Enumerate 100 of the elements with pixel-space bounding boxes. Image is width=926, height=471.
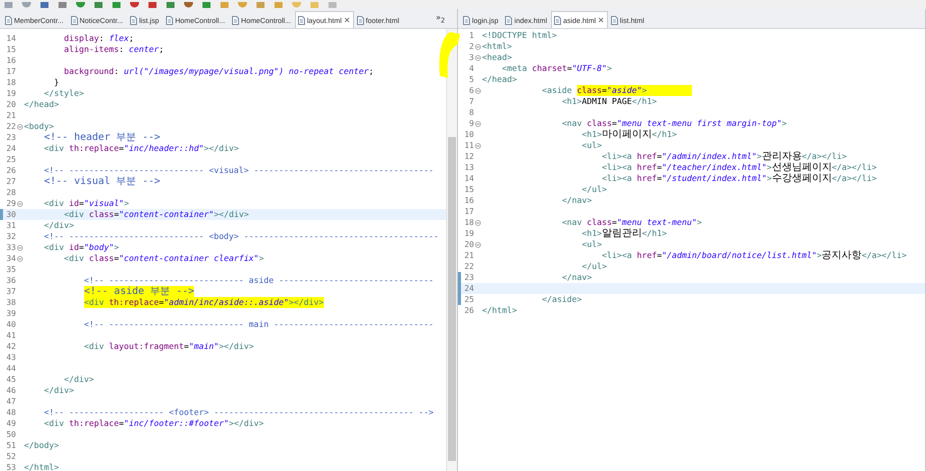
line-number: 23 <box>463 272 474 283</box>
line-number: 20 <box>5 99 16 110</box>
line-number: 22 <box>5 121 16 132</box>
code-line: display: flex; <box>62 33 134 44</box>
line-number: 20 <box>463 239 474 250</box>
line-number: 5 <box>468 74 474 85</box>
line-number: 15 <box>5 44 16 55</box>
line-number: 24 <box>463 283 474 294</box>
square-icon[interactable] <box>166 2 175 9</box>
line-number: 17 <box>463 206 474 217</box>
fold-icon[interactable] <box>475 120 481 126</box>
code-line: <!-- --------------------------- <body> --------------------------------------- <box>42 231 439 242</box>
square-icon[interactable] <box>112 2 121 9</box>
fold-icon[interactable] <box>475 44 481 50</box>
fold-icon[interactable] <box>475 142 481 148</box>
file-icon <box>505 16 512 24</box>
line-number: 22 <box>463 261 474 272</box>
line-number: 16 <box>5 55 16 66</box>
code-line: <!-- --------------------------- main -------------------------------- <box>82 319 434 330</box>
line-number: 49 <box>5 418 16 429</box>
code-line: <div class="content-container clearfix"> <box>62 253 264 264</box>
line-number: 35 <box>5 264 16 275</box>
code-line: <h1>ADMIN PAGE</h1> <box>560 96 657 107</box>
line-number: 14 <box>5 33 16 44</box>
code-line: <html> <box>482 41 512 52</box>
line-number: 46 <box>5 385 16 396</box>
square-icon[interactable] <box>4 2 13 9</box>
code-line: <ul> <box>580 239 602 250</box>
code-line: </html> <box>24 462 59 471</box>
scrollbar[interactable] <box>446 29 457 471</box>
line-number: 16 <box>463 195 474 206</box>
fold-icon[interactable] <box>17 244 23 250</box>
file-icon <box>298 16 305 24</box>
line-number: 27 <box>5 176 16 187</box>
code-line: align-items: center; <box>62 44 164 55</box>
close-icon[interactable] <box>598 17 604 23</box>
code-line: <div th:replace="inc/header::hd"></div> <box>42 143 239 154</box>
code-line: <!DOCTYPE html> <box>482 30 557 41</box>
line-number: 26 <box>5 165 16 176</box>
code-line: </aside> <box>540 294 582 305</box>
line-number: 9 <box>468 118 474 129</box>
line-number: 34 <box>5 253 16 264</box>
code-line: </body> <box>24 440 59 451</box>
line-number: 37 <box>5 286 16 297</box>
fold-icon[interactable] <box>17 256 23 262</box>
line-number: 19 <box>463 228 474 239</box>
line-number: 41 <box>5 330 16 341</box>
line-number: 6 <box>468 85 474 96</box>
code-line: <head> <box>482 52 512 63</box>
line-number: 29 <box>5 198 16 209</box>
line-number: 11 <box>463 140 474 151</box>
line-number: 1 <box>468 30 474 41</box>
square-icon[interactable] <box>220 2 229 9</box>
line-number: 25 <box>463 294 474 305</box>
fold-icon[interactable] <box>17 200 23 206</box>
line-number: 21 <box>5 110 16 121</box>
code-line: <!-- visual 부분 --> <box>42 176 160 187</box>
code-line: </ul> <box>580 184 607 195</box>
fold-icon[interactable] <box>475 54 481 60</box>
line-number: 21 <box>463 250 474 261</box>
line-number: 44 <box>5 363 16 374</box>
fold-icon[interactable] <box>475 88 481 94</box>
file-icon <box>166 16 174 24</box>
square-icon[interactable] <box>256 2 265 9</box>
square-icon[interactable] <box>94 2 103 9</box>
code-line: <!-- ------------------- <footer> ---------------------------------------- --> <box>42 407 434 418</box>
square-icon[interactable] <box>40 2 49 9</box>
tab-overflow[interactable]: »$_{2}$ <box>436 12 445 24</box>
code-line: background: url("/images/mypage/visual.png") no-repeat center; <box>62 66 374 77</box>
line-number: 39 <box>5 308 16 319</box>
line-number: 28 <box>5 187 16 198</box>
code-line: </div> <box>42 385 74 396</box>
line-number: 47 <box>5 396 16 407</box>
square-icon[interactable] <box>202 2 211 9</box>
line-number: 25 <box>5 154 16 165</box>
file-icon <box>356 16 364 24</box>
square-icon[interactable] <box>148 2 157 9</box>
fold-icon[interactable] <box>475 242 481 248</box>
line-number: 13 <box>463 162 474 173</box>
line-number: 31 <box>5 220 16 231</box>
file-icon <box>5 16 12 24</box>
code-line: <nav class="menu text-menu"> <box>560 217 702 228</box>
line-number: 53 <box>5 462 16 471</box>
fold-icon[interactable] <box>17 124 23 130</box>
code-line: <!-- --------------------------- <visual> ------------------------------------ <box>42 165 434 176</box>
line-number: 45 <box>5 374 16 385</box>
file-icon <box>463 16 470 24</box>
square-icon[interactable] <box>58 2 67 9</box>
square-icon[interactable] <box>274 2 283 9</box>
code-line: <div id="body"> <box>42 242 119 253</box>
line-number: 33 <box>5 242 16 253</box>
line-number: 52 <box>5 451 16 462</box>
line-number: 42 <box>5 341 16 352</box>
code-line: <li><a href="/teacher/index.html">선생님페이지</a></li> <box>600 162 877 173</box>
fold-icon[interactable] <box>475 220 481 226</box>
line-number: 32 <box>5 231 16 242</box>
line-number: 2 <box>468 41 474 52</box>
code-line: <li><a href="/admin/index.html">관리자용</a></li> <box>600 151 847 162</box>
code-line: </div> <box>42 220 74 231</box>
close-icon[interactable] <box>344 17 350 23</box>
